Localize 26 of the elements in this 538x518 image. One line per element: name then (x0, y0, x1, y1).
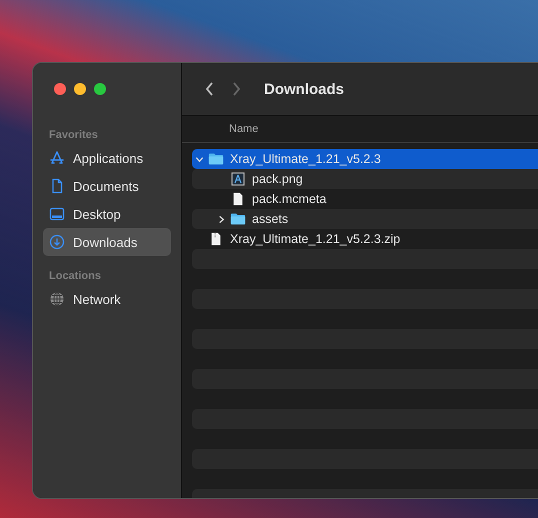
column-header[interactable]: Name (229, 123, 258, 135)
sidebar-item[interactable]: Documents (43, 172, 171, 200)
sidebar-item[interactable]: Desktop (43, 200, 171, 228)
sidebar-item[interactable]: Downloads (43, 228, 171, 256)
app-store-icon (49, 150, 65, 166)
disclosure-icon[interactable] (194, 154, 204, 164)
file-row[interactable]: Xray_Ultimate_1.21_v5.2.3.zip (192, 229, 538, 249)
file-row[interactable]: pack.png (192, 169, 538, 189)
file-row[interactable]: Xray_Ultimate_1.21_v5.2.3 (192, 149, 538, 169)
disclosure-icon[interactable] (216, 214, 226, 224)
sidebar-item[interactable]: Applications (43, 144, 171, 172)
sidebar-item[interactable]: Network (43, 285, 171, 313)
sidebar-heading: Favorites (48, 128, 99, 143)
folder-icon (208, 152, 224, 166)
download-icon (49, 234, 65, 250)
minimize-button[interactable] (74, 83, 86, 95)
image-file-icon (230, 172, 246, 186)
globe-icon (49, 291, 65, 307)
file-row[interactable]: pack.mcmeta (192, 189, 538, 209)
zoom-button[interactable] (94, 83, 106, 95)
close-button[interactable] (54, 83, 66, 95)
desktop-icon (49, 206, 65, 222)
file-row[interactable]: assets (192, 209, 538, 229)
window-title: Downloads (264, 80, 344, 98)
sidebar-heading: Locations (48, 269, 102, 284)
folder-icon (230, 212, 246, 226)
